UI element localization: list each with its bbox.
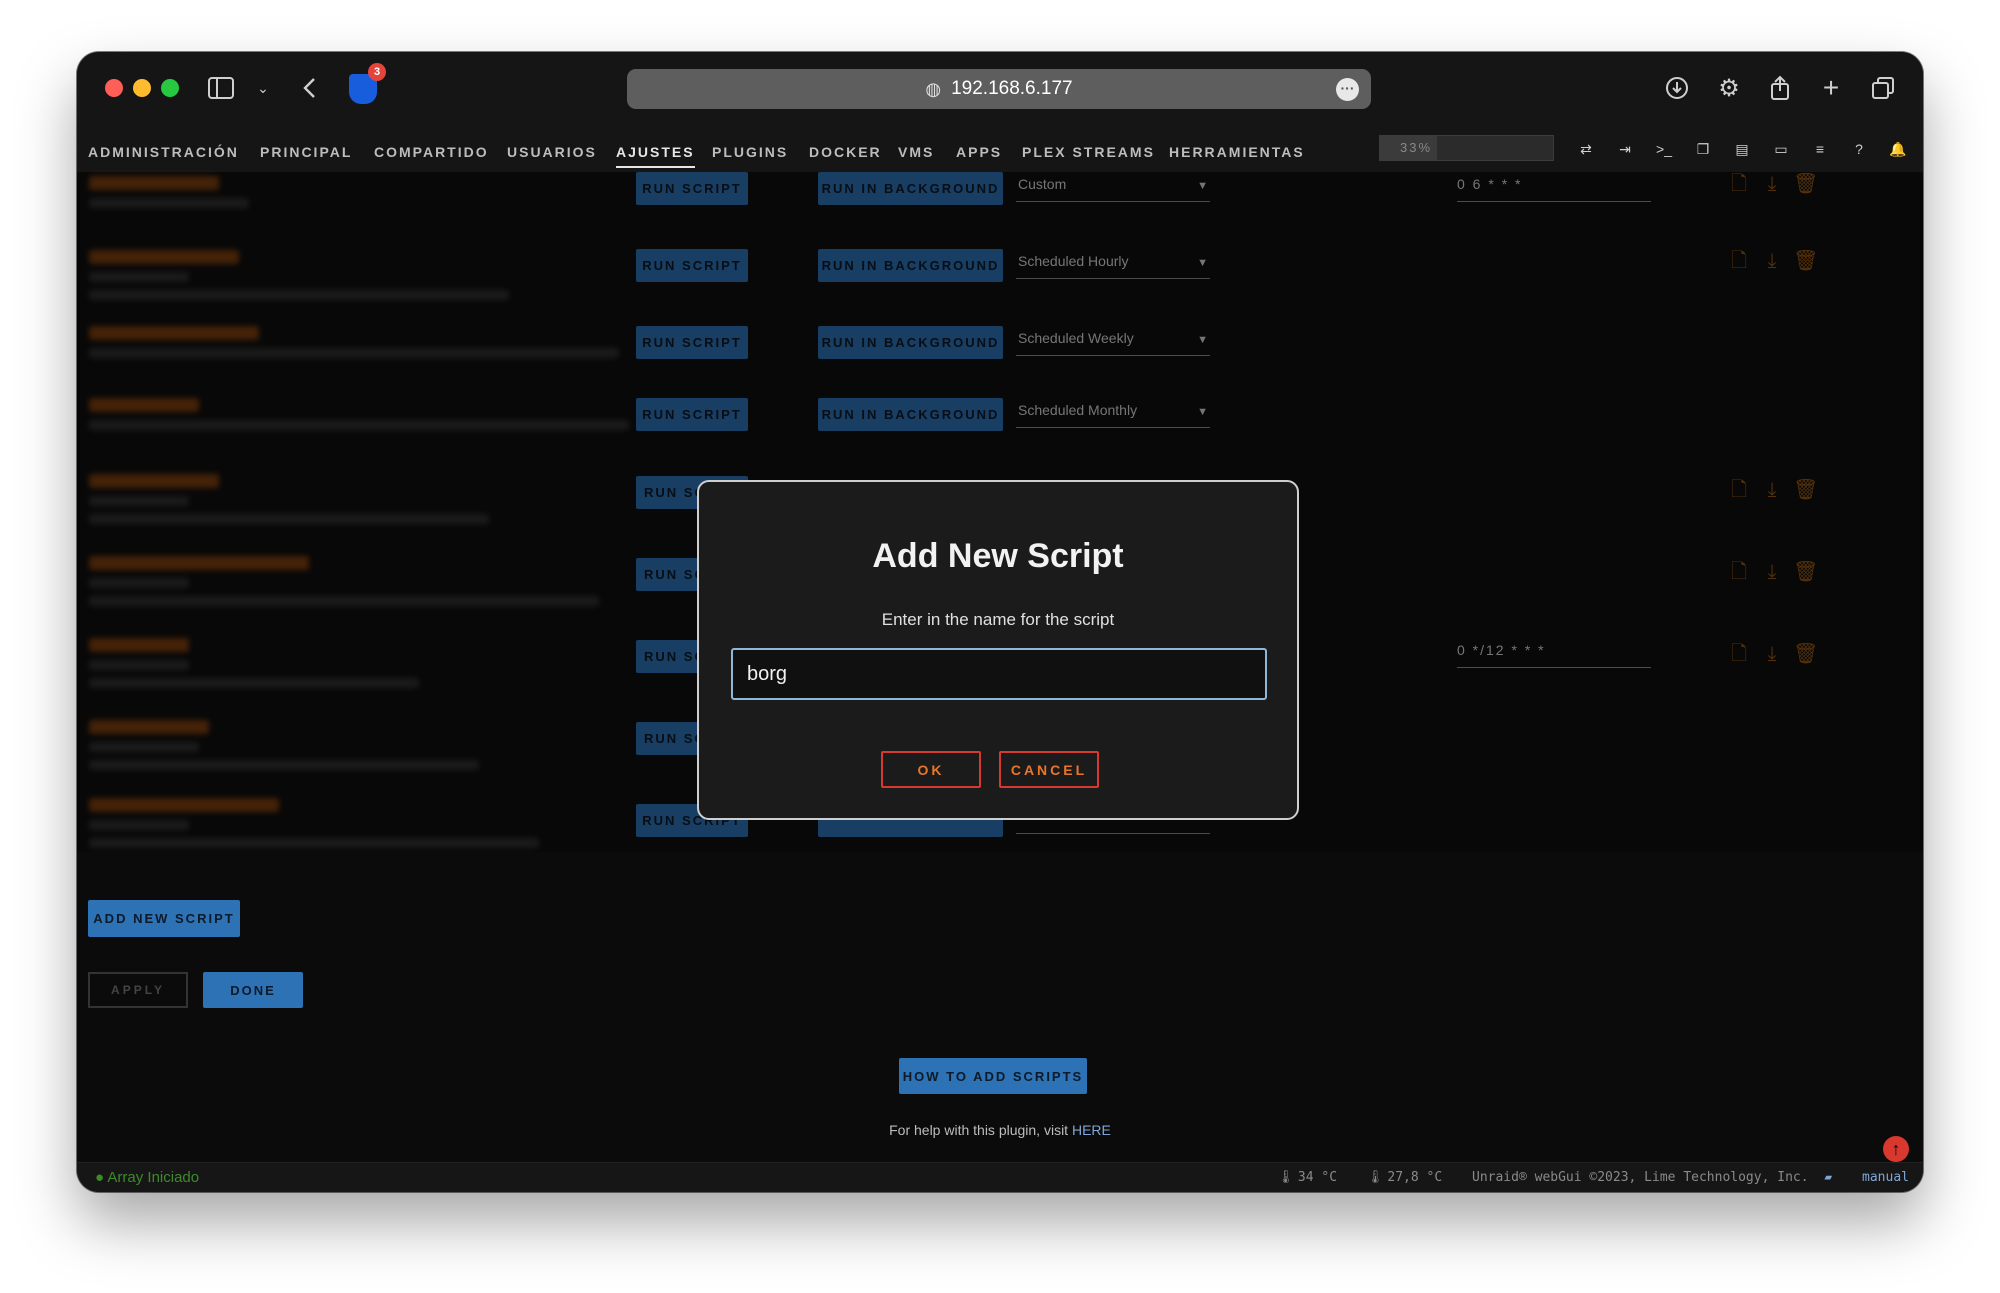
script-name-input[interactable]: [731, 648, 1267, 700]
address-bar[interactable]: ◍ 192.168.6.177 ···: [627, 69, 1371, 109]
nav-item-docker[interactable]: DOCKER: [809, 144, 882, 160]
nav-item-ajustes[interactable]: AJUSTES: [616, 144, 695, 168]
thermometer-icon: 🌡: [1277, 1170, 1294, 1185]
zoom-indicator: 33%: [1379, 135, 1554, 161]
how-to-add-scripts-button[interactable]: HOW TO ADD SCRIPTS: [899, 1058, 1087, 1094]
footer-info: 🌡 34 °C 🌡 27,8 °C Unraid® webGui ©2023, Li…: [1255, 1170, 1909, 1185]
close-window-button[interactable]: [105, 79, 123, 97]
minimize-window-button[interactable]: [133, 79, 151, 97]
add-script-dialog: Add New Script Enter in the name for the…: [697, 480, 1299, 820]
copy-icon[interactable]: ❐: [1694, 140, 1712, 158]
add-new-script-button[interactable]: ADD NEW SCRIPT: [88, 900, 240, 937]
browser-window: ⌄ 3 ◍ 192.168.6.177 ··· ⚙ + ADMINISTRACI…: [77, 52, 1923, 1192]
cancel-button[interactable]: CANCEL: [999, 751, 1099, 788]
thermometer-icon: 🌡: [1366, 1170, 1384, 1185]
help-text: For help with this plugin, visit HERE: [889, 1122, 1111, 1138]
apply-button[interactable]: APPLY: [88, 972, 188, 1008]
extension-badge-count: 3: [368, 63, 386, 81]
nav-item-plex-streams[interactable]: PLEX STREAMS: [1022, 144, 1155, 160]
tab-overview-icon[interactable]: [1867, 72, 1899, 104]
feedback-icon[interactable]: ▤: [1733, 140, 1751, 158]
array-status: ● Array Iniciado: [95, 1169, 200, 1186]
main-nav: ADMINISTRACIÓN PRINCIPAL COMPARTIDO USUA…: [77, 132, 1923, 172]
transfer-icon[interactable]: ⇄: [1577, 140, 1595, 158]
status-dot-icon: ●: [95, 1169, 105, 1186]
nav-item-principal[interactable]: PRINCIPAL: [260, 144, 352, 160]
nav-item-herramientas[interactable]: HERRAMIENTAS: [1169, 144, 1305, 160]
dialog-title: Add New Script: [872, 537, 1124, 575]
nav-item-vms[interactable]: VMS: [898, 144, 934, 160]
address-text: 192.168.6.177: [951, 78, 1073, 99]
dialog-message: Enter in the name for the script: [881, 610, 1115, 629]
sidebar-toggle-icon[interactable]: [205, 72, 237, 104]
status-footer: ● Array Iniciado 🌡 34 °C 🌡 27,8 °C Unraid®…: [77, 1162, 1923, 1192]
monitor-icon[interactable]: ▭: [1772, 140, 1790, 158]
nav-item-apps[interactable]: APPS: [956, 144, 1002, 160]
back-icon[interactable]: [293, 72, 325, 104]
bell-icon[interactable]: 🔔: [1889, 140, 1907, 158]
chevron-down-icon[interactable]: ⌄: [247, 72, 279, 104]
temperature-2: 27,8 °C: [1387, 1170, 1443, 1185]
new-tab-icon[interactable]: +: [1815, 72, 1847, 104]
gear-icon[interactable]: ⚙: [1713, 72, 1745, 104]
log-icon[interactable]: ≡: [1811, 140, 1829, 158]
zoom-value: 33%: [1400, 140, 1433, 155]
zoom-window-button[interactable]: [161, 79, 179, 97]
temperature-1: 34 °C: [1297, 1170, 1338, 1185]
logout-icon[interactable]: ⇥: [1616, 140, 1634, 158]
help-link[interactable]: HERE: [1072, 1122, 1111, 1138]
nav-item-plugins[interactable]: PLUGINS: [712, 144, 788, 160]
done-button[interactable]: DONE: [203, 972, 303, 1008]
copyright: Unraid® webGui ©2023, Lime Technology, I…: [1472, 1170, 1809, 1185]
more-options-icon[interactable]: ···: [1336, 78, 1359, 101]
nav-item-usuarios[interactable]: USUARIOS: [507, 144, 597, 160]
scroll-to-top-icon[interactable]: ↑: [1883, 1136, 1909, 1162]
help-icon[interactable]: ?: [1850, 140, 1868, 158]
manual-link[interactable]: ▰ manual: [1824, 1170, 1909, 1185]
downloads-icon[interactable]: [1661, 72, 1693, 104]
ok-button[interactable]: OK: [881, 751, 981, 788]
nav-item-administracion[interactable]: ADMINISTRACIÓN: [88, 144, 239, 160]
terminal-icon[interactable]: >_: [1655, 140, 1673, 158]
nav-item-compartido[interactable]: COMPARTIDO: [374, 144, 489, 160]
globe-icon: ◍: [925, 78, 942, 99]
share-icon[interactable]: [1764, 72, 1796, 104]
